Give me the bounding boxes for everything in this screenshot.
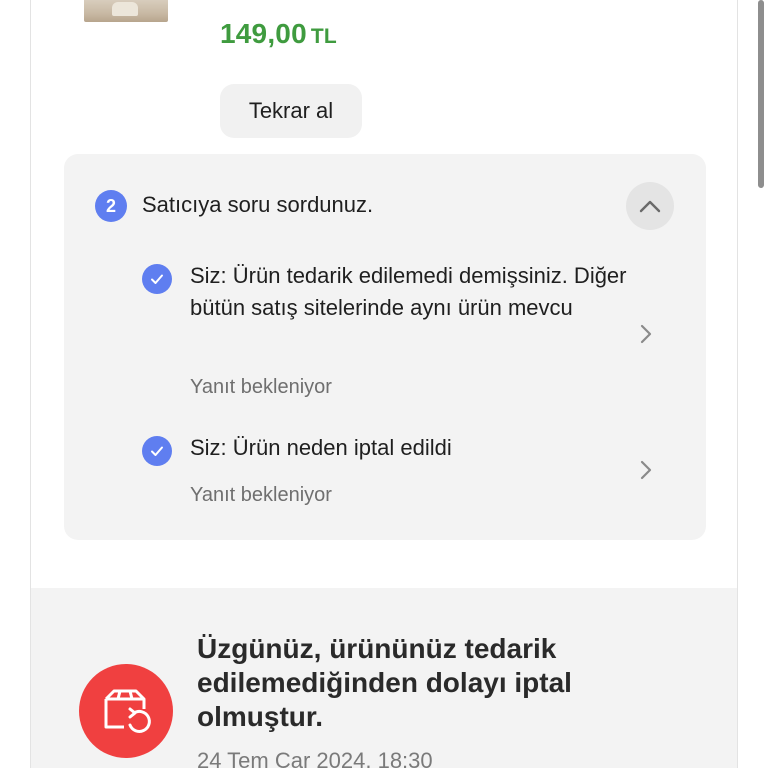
question-text: Siz: Ürün tedarik edilemedi demişsiniz. … (190, 263, 627, 320)
cancellation-notice: Üzgünüz, ürününüz tedarik edilemediğinde… (31, 588, 737, 768)
package-refresh-icon (79, 664, 173, 758)
price-value: 149,00 (220, 18, 307, 49)
chevron-right-icon (640, 324, 652, 344)
check-circle-icon (142, 264, 172, 294)
product-price: 149,00 TL (220, 18, 337, 50)
cancellation-date: 24 Tem Çar 2024, 18:30 (197, 748, 433, 768)
question-count-badge: 2 (95, 190, 127, 222)
question-item[interactable]: Siz: Ürün neden iptal edildi Yanıt bekle… (142, 432, 672, 512)
cancellation-message: Üzgünüz, ürününüz tedarik edilemediğinde… (197, 633, 572, 732)
questions-title: Satıcıya soru sordunuz. (142, 192, 374, 217)
scrollbar[interactable] (758, 0, 764, 188)
seller-questions-panel: 2 Satıcıya soru sordunuz. Siz: Ürün teda… (64, 154, 706, 540)
question-status: Yanıt bekleniyor (190, 376, 332, 398)
check-circle-icon (142, 436, 172, 466)
question-item[interactable]: Siz: Ürün tedarik edilemedi demişsiniz. … (142, 260, 672, 398)
question-status: Yanıt bekleniyor (190, 484, 332, 506)
chevron-up-icon (639, 200, 661, 213)
question-text: Siz: Ürün neden iptal edildi (190, 435, 452, 460)
product-image[interactable] (84, 0, 168, 22)
chevron-right-icon (640, 460, 652, 480)
reorder-button[interactable]: Tekrar al (220, 84, 362, 138)
price-currency: TL (310, 25, 337, 48)
collapse-button[interactable] (626, 182, 674, 230)
